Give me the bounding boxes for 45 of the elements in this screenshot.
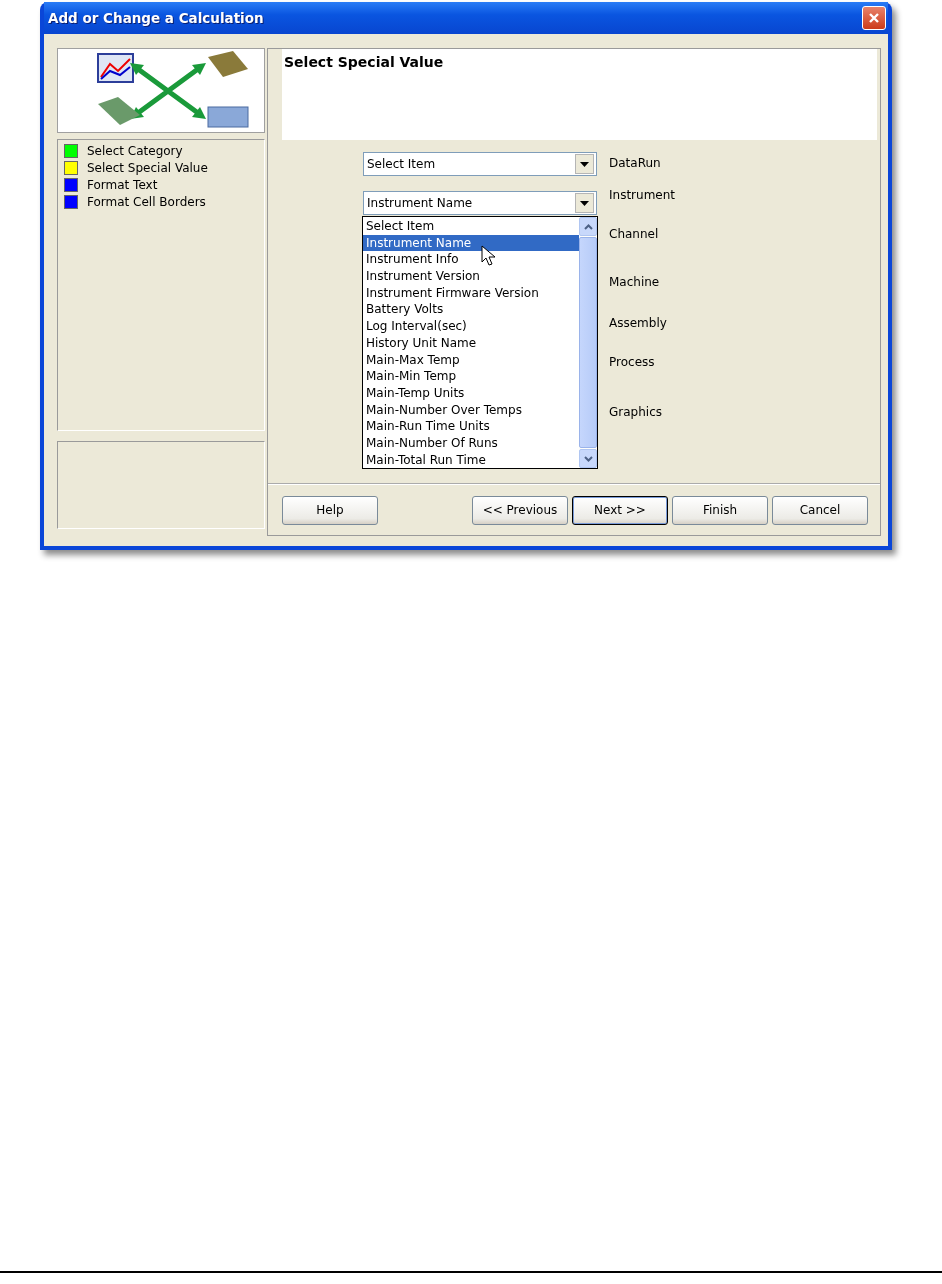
step-label: Format Cell Borders <box>87 195 206 209</box>
dialog-button[interactable]: Finish <box>672 495 768 525</box>
window-title: Add or Change a Calculation <box>48 10 264 26</box>
dropdown-option[interactable]: Main-Temp Units <box>363 384 579 402</box>
step-label: Select Special Value <box>87 161 208 175</box>
scroll-down-button[interactable] <box>579 449 597 468</box>
field-label: Machine <box>609 275 661 290</box>
dropdown-option[interactable]: Main-Max Temp <box>363 351 579 369</box>
scroll-up-button[interactable] <box>579 217 597 236</box>
field-label: DataRun <box>609 156 662 171</box>
dropdown-option[interactable]: Select Item <box>363 218 579 235</box>
dropdown-field[interactable]: Select Item <box>363 152 597 176</box>
down-arrow-icon <box>580 161 589 167</box>
dropdown-option[interactable]: Instrument Name <box>363 234 579 252</box>
step-label: Select Category <box>87 144 183 158</box>
mouse-cursor-icon <box>481 245 497 267</box>
scroll-thumb[interactable] <box>579 237 597 448</box>
dialog-button[interactable]: << Previous <box>472 495 568 525</box>
field-label: Graphics <box>609 405 663 420</box>
dropdown-option[interactable]: Log Interval(sec) <box>363 318 579 335</box>
down-arrow-icon <box>580 200 589 206</box>
scroll-down-icon <box>583 455 593 462</box>
scroll-up-icon <box>583 223 593 230</box>
dropdown-option[interactable]: History Unit Name <box>363 334 579 352</box>
field-label: Assembly <box>609 316 668 331</box>
dropdown-option[interactable]: Main-Min Temp <box>363 368 579 385</box>
close-button[interactable] <box>862 6 886 30</box>
field-label: Channel <box>609 227 660 242</box>
dropdown-option[interactable]: Instrument Info <box>363 251 579 269</box>
dropdown-option[interactable]: Battery Volts <box>363 301 579 319</box>
page-heading: Select Special Value <box>284 54 444 70</box>
dropdown-option[interactable]: Instrument Firmware Version <box>363 284 579 302</box>
dropdown-option[interactable]: Main-Number Of Runs <box>363 434 579 452</box>
dropdown-option[interactable]: Instrument Version <box>363 268 579 285</box>
dropdown-option[interactable]: Main-Total Run Time <box>363 451 579 469</box>
dialog-button[interactable]: Help <box>282 495 378 525</box>
step-label: Format Text <box>87 178 158 192</box>
dialog-button[interactable]: Next >> <box>572 495 668 525</box>
dropdown-option[interactable]: Main-Run Time Units <box>363 418 579 435</box>
dropdown-option[interactable]: Main-Number Over Temps <box>363 401 579 419</box>
field-label: Process <box>609 355 656 370</box>
dropdown-field[interactable]: Instrument Name <box>363 191 597 215</box>
close-icon <box>868 12 880 24</box>
dialog-button[interactable]: Cancel <box>772 495 868 525</box>
field-label: Instrument <box>609 188 676 203</box>
